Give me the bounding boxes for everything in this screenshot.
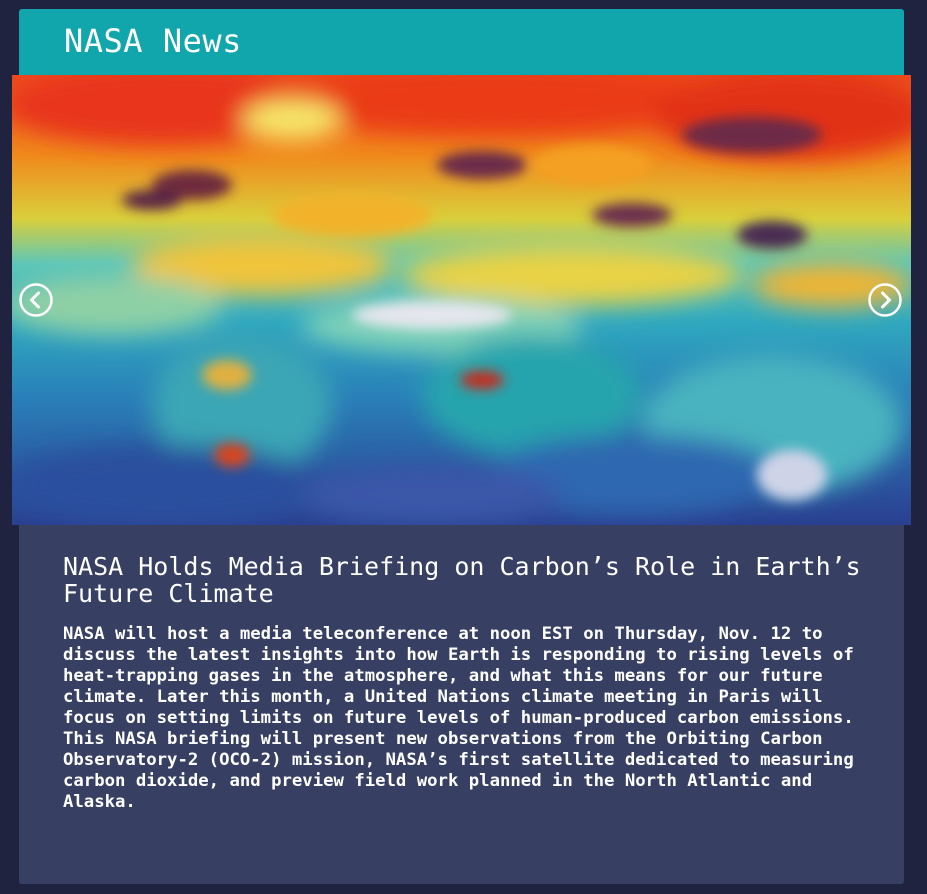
article-title[interactable]: NASA Holds Media Briefing on Carbon’s Ro… bbox=[63, 553, 863, 607]
carbon-map-image bbox=[12, 75, 911, 525]
widget-title: NASA News bbox=[64, 22, 242, 60]
carousel-prev-button[interactable] bbox=[19, 283, 53, 317]
chevron-right-circle-icon bbox=[868, 283, 902, 317]
article-body: NASA will host a media teleconference at… bbox=[63, 624, 854, 812]
carousel-next-button[interactable] bbox=[868, 283, 902, 317]
chevron-left-circle-icon bbox=[19, 283, 53, 317]
image-carousel[interactable] bbox=[12, 75, 911, 525]
widget-header: NASA News bbox=[19, 9, 904, 75]
